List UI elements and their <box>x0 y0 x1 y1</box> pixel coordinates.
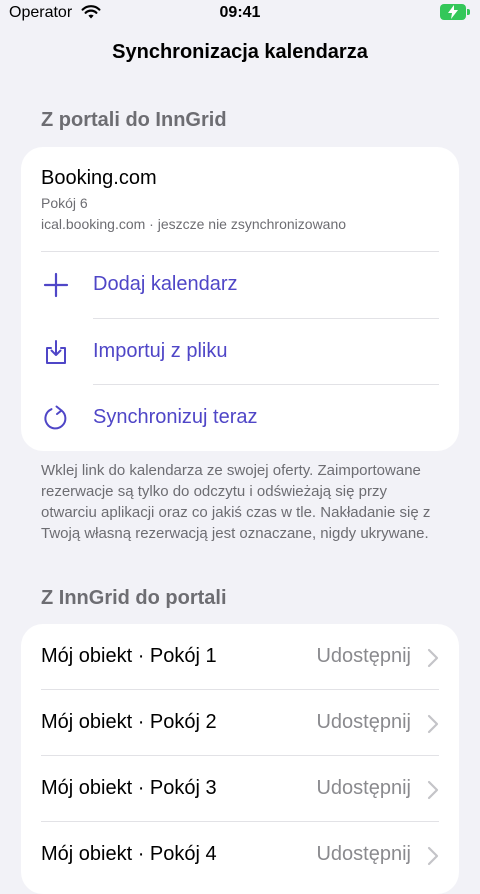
import-card: Booking.com Pokój 6 ical.booking.com · j… <box>21 147 459 451</box>
share-room-row[interactable]: Mój obiekt · Pokój 1 Udostępnij <box>21 624 459 690</box>
feed-room: Pokój 6 <box>41 195 88 211</box>
room-title: Mój obiekt · Pokój 1 <box>41 645 217 667</box>
clock: 09:41 <box>219 4 261 21</box>
share-label: Udostępnij <box>316 843 411 865</box>
room-title: Mój obiekt · Pokój 4 <box>41 843 217 865</box>
export-card: Mój obiekt · Pokój 1 Udostępnij Mój obie… <box>21 624 459 894</box>
add-calendar-button[interactable]: Dodaj kalendarz <box>21 252 459 318</box>
feed-name: Booking.com <box>41 167 157 189</box>
room-title: Mój obiekt · Pokój 2 <box>41 711 217 733</box>
plus-icon <box>43 272 69 298</box>
share-label: Udostępnij <box>316 777 411 799</box>
share-label: Udostępnij <box>316 645 411 667</box>
sync-icon <box>44 405 67 430</box>
import-section-header: Z portali do InnGrid <box>41 109 227 131</box>
sync-now-button[interactable]: Synchronizuj teraz <box>21 385 459 451</box>
calendar-feed[interactable]: Booking.com Pokój 6 ical.booking.com · j… <box>21 147 459 251</box>
page-title: Synchronizacja kalendarza <box>112 41 368 63</box>
share-room-row[interactable]: Mój obiekt · Pokój 4 Udostępnij <box>21 822 459 888</box>
add-calendar-label: Dodaj kalendarz <box>93 273 238 295</box>
share-room-row[interactable]: Mój obiekt · Pokój 2 Udostępnij <box>21 690 459 756</box>
battery-icon <box>440 4 470 20</box>
chevron-right-icon <box>427 846 439 866</box>
room-title: Mój obiekt · Pokój 3 <box>41 777 217 799</box>
share-label: Udostępnij <box>316 711 411 733</box>
export-section-header: Z InnGrid do portali <box>41 587 227 609</box>
chevron-right-icon <box>427 648 439 668</box>
import-file-label: Importuj z pliku <box>93 340 228 362</box>
sync-now-label: Synchronizuj teraz <box>93 406 258 428</box>
import-footer-note: Wklej link do kalendarza ze swojej ofert… <box>41 462 431 542</box>
feed-meta: ical.booking.com · jeszcze nie zsynchron… <box>41 216 347 232</box>
import-icon <box>46 340 66 364</box>
import-file-button[interactable]: Importuj z pliku <box>21 319 459 385</box>
chevron-right-icon <box>427 714 439 734</box>
share-room-row[interactable]: Mój obiekt · Pokój 3 Udostępnij <box>21 756 459 822</box>
status-bar: Operator 09:41 <box>0 0 480 30</box>
chevron-right-icon <box>427 780 439 800</box>
